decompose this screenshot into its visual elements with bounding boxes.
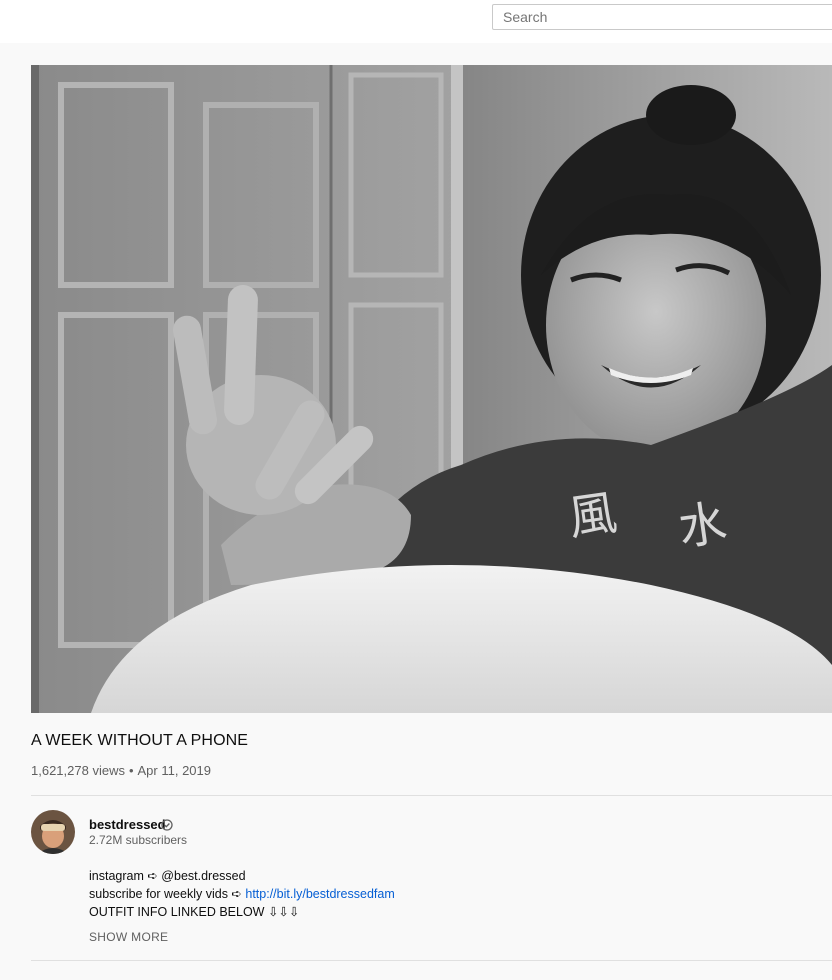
description-line: subscribe for weekly vids ➪ http://bit.l…: [89, 885, 395, 903]
description-link[interactable]: http://bit.ly/bestdressedfam: [245, 887, 394, 901]
svg-text:水: 水: [675, 495, 730, 557]
meta-separator: •: [128, 763, 134, 778]
show-more-button[interactable]: SHOW MORE: [89, 930, 168, 944]
divider: [31, 795, 832, 796]
video-description: instagram ➪ @best.dressed subscribe for …: [89, 867, 395, 921]
search-input[interactable]: [492, 4, 832, 30]
video-meta: 1,621,278 views • Apr 11, 2019: [31, 763, 211, 778]
view-count: 1,621,278 views: [31, 763, 125, 778]
description-line: OUTFIT INFO LINKED BELOW ⇩⇩⇩: [89, 905, 300, 919]
video-frame: 風 水: [31, 65, 832, 713]
upload-date: Apr 11, 2019: [137, 763, 211, 778]
subscriber-count: 2.72M subscribers: [89, 833, 188, 847]
video-player[interactable]: 風 水: [31, 65, 832, 713]
description-text: subscribe for weekly vids ➪: [89, 887, 246, 901]
svg-text:風: 風: [565, 485, 620, 547]
description-line: instagram ➪ @best.dressed: [89, 869, 246, 883]
divider: [31, 960, 832, 961]
top-bar: [0, 0, 832, 43]
verified-check-icon: [161, 818, 173, 831]
video-title: A WEEK WITHOUT A PHONE: [31, 732, 249, 749]
avatar[interactable]: [31, 810, 75, 854]
channel-name[interactable]: bestdressed: [89, 817, 166, 832]
